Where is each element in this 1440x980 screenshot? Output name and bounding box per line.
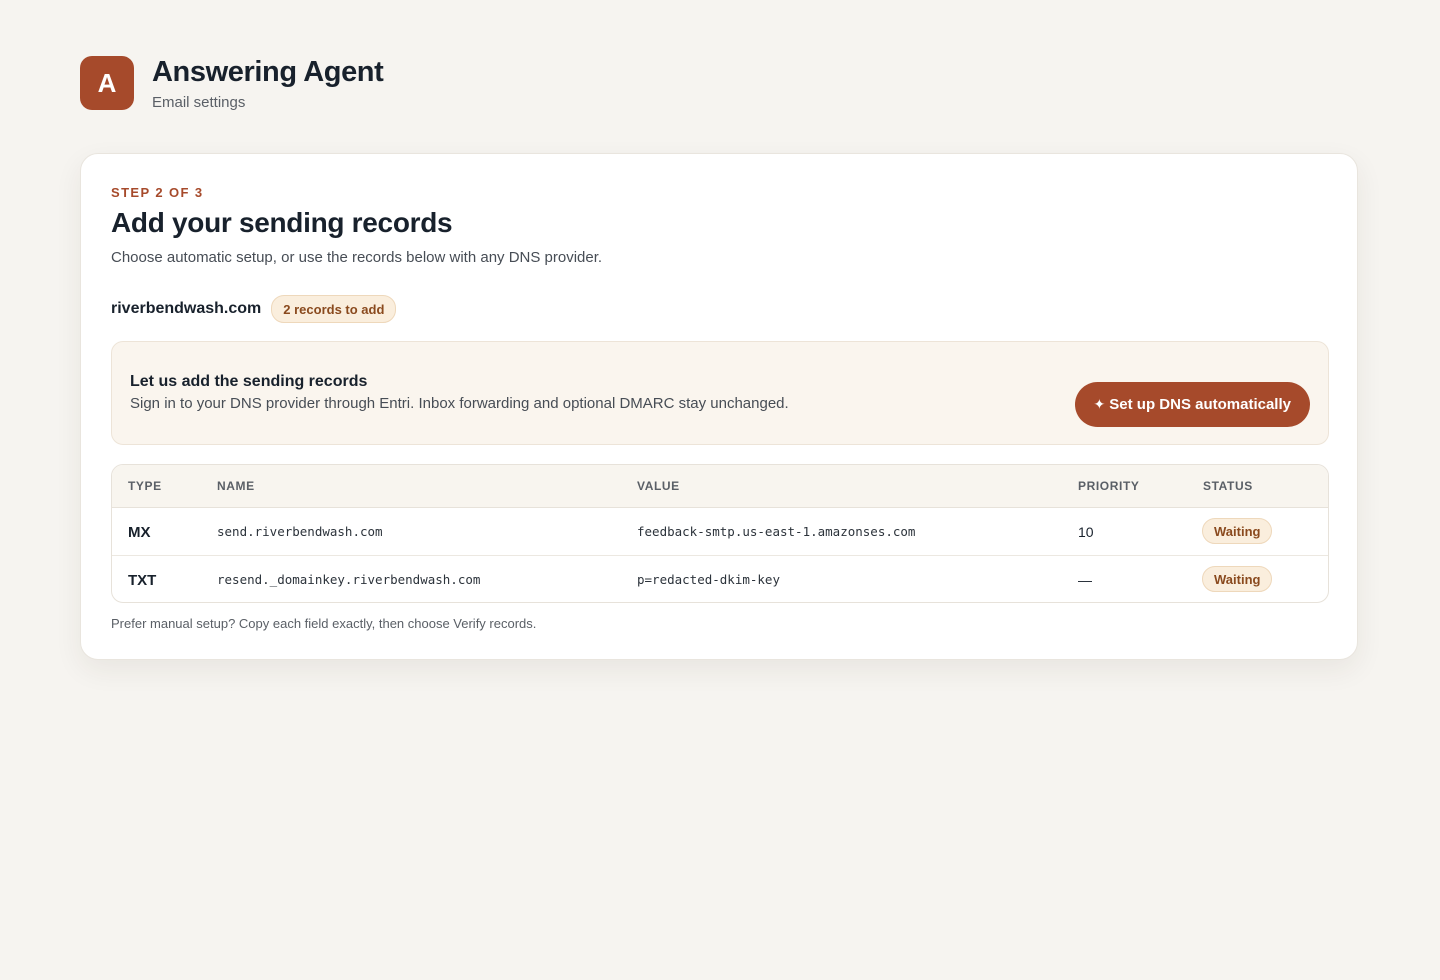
setup-dns-automatically-button[interactable]: ✦ Set up DNS automatically xyxy=(1074,382,1310,427)
card-title: Add your sending records xyxy=(111,207,453,238)
sparkle-icon: ✦ xyxy=(1093,396,1106,412)
table-header: TYPE NAME VALUE PRIORITY STATUS xyxy=(112,465,1328,508)
record-type: TXT xyxy=(128,572,157,589)
app-header: A Answering Agent Email settings xyxy=(80,56,384,111)
manual-setup-footnote: Prefer manual setup? Copy each field exa… xyxy=(111,616,537,631)
record-value[interactable]: p=redacted-dkim-key xyxy=(637,572,780,587)
app-subtitle: Email settings xyxy=(152,94,246,111)
auto-setup-description: Sign in to your DNS provider through Ent… xyxy=(130,395,789,412)
domain-row: riverbendwash.com 2 records to add xyxy=(111,295,397,323)
app-logo: A xyxy=(80,56,134,110)
column-header-type: TYPE xyxy=(128,479,162,493)
record-priority: 10 xyxy=(1078,524,1094,540)
app-title: Answering Agent xyxy=(152,56,384,88)
setup-dns-button-label: Set up DNS automatically xyxy=(1109,396,1291,413)
card-subtitle: Choose automatic setup, or use the recor… xyxy=(111,249,603,266)
status-badge: Waiting xyxy=(1202,566,1273,592)
auto-setup-panel: Let us add the sending records Sign in t… xyxy=(111,341,1329,445)
record-value[interactable]: feedback-smtp.us-east-1.amazonses.com xyxy=(637,524,915,539)
status-badge: Waiting xyxy=(1202,518,1273,544)
record-name[interactable]: send.riverbendwash.com xyxy=(217,524,383,539)
column-header-value: VALUE xyxy=(637,479,680,493)
column-header-priority: PRIORITY xyxy=(1078,479,1140,493)
step-label: STEP 2 OF 3 xyxy=(111,185,204,200)
column-header-status: STATUS xyxy=(1203,479,1253,493)
domain-name: riverbendwash.com xyxy=(111,300,262,317)
dns-records-table: TYPE NAME VALUE PRIORITY STATUS MX send.… xyxy=(111,464,1329,603)
record-type: MX xyxy=(128,524,151,541)
auto-setup-title: Let us add the sending records xyxy=(130,373,368,390)
column-header-name: NAME xyxy=(217,479,255,493)
record-name[interactable]: resend._domainkey.riverbendwash.com xyxy=(217,572,480,587)
record-priority: — xyxy=(1078,572,1092,588)
setup-card: STEP 2 OF 3 Add your sending records Cho… xyxy=(80,153,1358,660)
records-count-badge: 2 records to add xyxy=(271,295,397,323)
table-row: MX send.riverbendwash.com feedback-smtp.… xyxy=(112,508,1328,556)
app-titles: Answering Agent Email settings xyxy=(152,56,384,111)
table-row: TXT resend._domainkey.riverbendwash.com … xyxy=(112,556,1328,602)
